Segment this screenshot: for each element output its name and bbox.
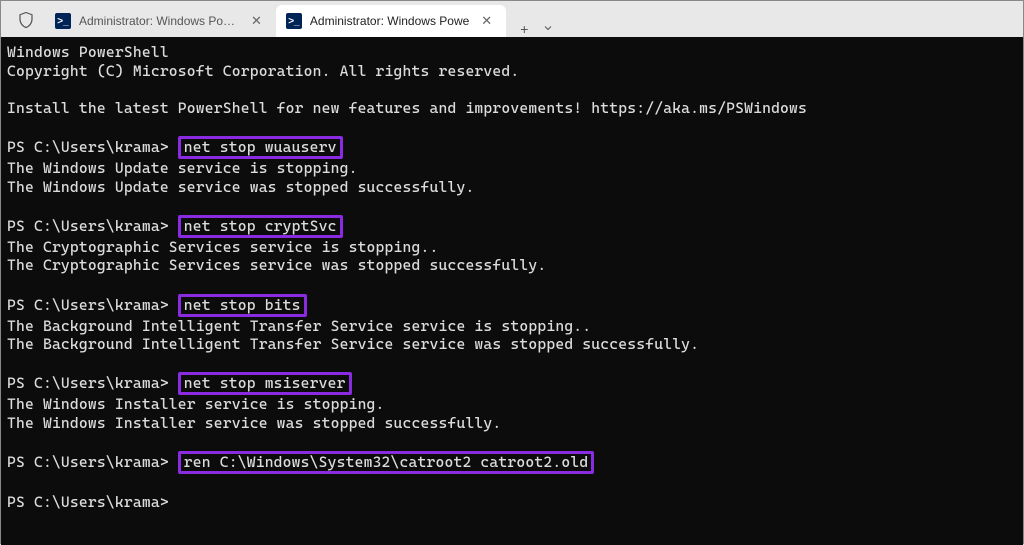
close-icon[interactable]: ✕ bbox=[247, 11, 266, 31]
new-tab-button[interactable]: + bbox=[520, 21, 528, 37]
shield-icon bbox=[9, 3, 43, 37]
highlighted-command: net stop wuauserv bbox=[178, 136, 343, 159]
tab-active[interactable]: >_ Administrator: Windows Powe ✕ bbox=[276, 5, 506, 37]
tab-title: Administrator: Windows Power bbox=[79, 14, 239, 28]
highlighted-command: ren C:\Windows\System32\catroot2 catroot… bbox=[178, 451, 595, 474]
tab-title: Administrator: Windows Powe bbox=[310, 14, 469, 28]
highlighted-command: net stop msiserver bbox=[178, 372, 352, 395]
tab-inactive[interactable]: >_ Administrator: Windows Power ✕ bbox=[45, 5, 276, 37]
highlighted-command: net stop cryptSvc bbox=[178, 215, 343, 238]
close-icon[interactable]: ✕ bbox=[477, 11, 496, 31]
powershell-icon: >_ bbox=[55, 13, 71, 29]
tab-menu-chevron-icon[interactable] bbox=[542, 21, 554, 37]
highlighted-command: net stop bits bbox=[178, 294, 307, 317]
tab-bar: >_ Administrator: Windows Power ✕ >_ Adm… bbox=[1, 1, 1023, 37]
terminal-output[interactable]: Windows PowerShell Copyright (C) Microso… bbox=[1, 37, 1023, 545]
tab-actions: + bbox=[506, 21, 568, 37]
powershell-icon: >_ bbox=[286, 13, 302, 29]
